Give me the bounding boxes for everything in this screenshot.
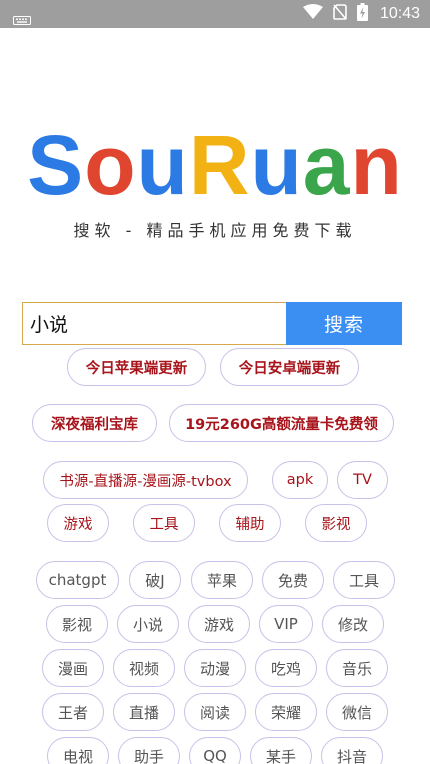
clock: 10:43	[379, 5, 420, 22]
logo-letter: u	[250, 118, 303, 212]
tag-music[interactable]: 音乐	[326, 649, 388, 687]
tag-kuaishou[interactable]: 某手	[250, 737, 312, 764]
search-button[interactable]: 搜索	[286, 302, 402, 345]
status-bar: 10:43	[0, 0, 430, 28]
logo-letter: R	[188, 118, 251, 212]
logo-letter: o	[84, 118, 137, 212]
battery-charging-icon	[356, 3, 368, 25]
tag-assistant[interactable]: 助手	[118, 737, 180, 764]
promo-link-android-updates[interactable]: 今日安卓端更新	[220, 348, 359, 386]
no-sim-icon	[333, 4, 347, 24]
tag-novel[interactable]: 小说	[117, 605, 179, 643]
keyboard-icon	[13, 10, 31, 29]
logo-letter: u	[136, 118, 189, 212]
promo-link-ios-updates[interactable]: 今日苹果端更新	[67, 348, 206, 386]
keyword-link-games[interactable]: 游戏	[47, 504, 109, 542]
promo-link-night-welfare[interactable]: 深夜福利宝库	[32, 404, 157, 442]
keyword-link-tv[interactable]: TV	[337, 461, 388, 499]
tag-apple[interactable]: 苹果	[191, 561, 253, 599]
tag-chatgpt[interactable]: chatgpt	[36, 561, 119, 599]
souruan-logo: SouRuan	[0, 120, 430, 210]
tag-comics[interactable]: 漫画	[42, 649, 104, 687]
tag-crack[interactable]: 破J	[129, 561, 181, 599]
keyword-link-sources[interactable]: 书源-直播源-漫画源-tvbox	[43, 461, 248, 499]
search-input[interactable]	[22, 302, 286, 345]
keyword-link-apk[interactable]: apk	[272, 461, 328, 499]
tag-qq[interactable]: QQ	[189, 737, 241, 764]
keyword-link-assist[interactable]: 辅助	[219, 504, 281, 542]
tag-douyin[interactable]: 抖音	[321, 737, 383, 764]
tag-honor[interactable]: 荣耀	[255, 693, 317, 731]
tag-wechat[interactable]: 微信	[326, 693, 388, 731]
tag-live[interactable]: 直播	[113, 693, 175, 731]
logo-letter: n	[350, 118, 403, 212]
search-bar: 搜索	[22, 302, 402, 345]
tag-honor-of-kings[interactable]: 王者	[42, 693, 104, 731]
keyword-link-tools[interactable]: 工具	[133, 504, 195, 542]
tag-video[interactable]: 影视	[46, 605, 108, 643]
tag-reading[interactable]: 阅读	[184, 693, 246, 731]
keyword-link-video[interactable]: 影视	[305, 504, 367, 542]
tag-games[interactable]: 游戏	[188, 605, 250, 643]
tag-tools[interactable]: 工具	[333, 561, 395, 599]
logo-letter: a	[302, 118, 351, 212]
tag-free[interactable]: 免费	[262, 561, 324, 599]
tag-pubg[interactable]: 吃鸡	[255, 649, 317, 687]
logo-letter: S	[27, 118, 85, 212]
tag-modify[interactable]: 修改	[322, 605, 384, 643]
tag-anime[interactable]: 动漫	[184, 649, 246, 687]
promo-link-data-card[interactable]: 19元260G高额流量卡免费领	[169, 404, 394, 442]
wifi-icon	[302, 4, 323, 24]
tag-vip[interactable]: VIP	[259, 605, 313, 643]
tag-clips[interactable]: 视频	[113, 649, 175, 687]
tag-tv[interactable]: 电视	[47, 737, 109, 764]
tagline: 搜软 - 精品手机应用免费下载	[73, 221, 357, 240]
